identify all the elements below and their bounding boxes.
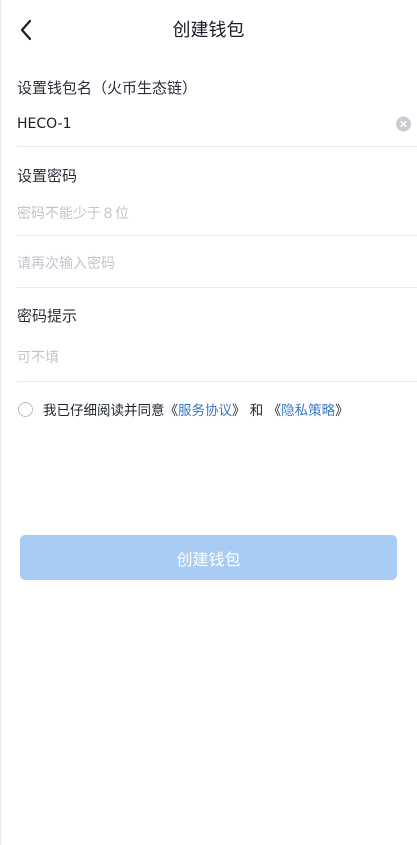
page-title: 创建钱包 [172, 20, 245, 41]
password-label: 设置密码 [17, 167, 78, 185]
password-hint-input[interactable] [17, 334, 417, 381]
create-wallet-button[interactable]: 创建钱包 [20, 535, 397, 580]
confirm-password-field-row [17, 240, 417, 288]
password-hint-field-row [17, 334, 417, 382]
navbar: 创建钱包 [0, 0, 417, 60]
clear-circle-icon [400, 120, 407, 128]
wallet-name-label: 设置钱包名（火币生态链） [17, 79, 198, 97]
clear-button[interactable] [396, 116, 411, 132]
wallet-name-input[interactable] [17, 102, 417, 146]
agreement-bracket-close: 》 [232, 403, 246, 419]
confirm-password-input[interactable] [17, 240, 417, 287]
privacy-link[interactable]: 隐私策略 [281, 399, 335, 419]
terms-link[interactable]: 服务协议 [178, 399, 232, 419]
password-hint-label: 密码提示 [17, 307, 78, 325]
wallet-name-field-row [17, 102, 417, 147]
password-input[interactable] [17, 192, 417, 235]
agreement-radio[interactable] [18, 401, 33, 417]
agreement-and: 和 [245, 403, 268, 419]
agreement-bracket-open: 《 [164, 403, 179, 419]
agreement-row: 我已仔细阅读并同意 《 服务协议 》 和 《 隐私策略 》 [18, 398, 349, 420]
frame-border [0, 0, 1, 845]
agreement-bracket-close-2: 》 [335, 403, 349, 419]
password-field-row [17, 192, 417, 236]
agreement-bracket-open-2: 《 [267, 403, 282, 419]
agreement-prefix: 我已仔细阅读并同意 [43, 403, 165, 419]
